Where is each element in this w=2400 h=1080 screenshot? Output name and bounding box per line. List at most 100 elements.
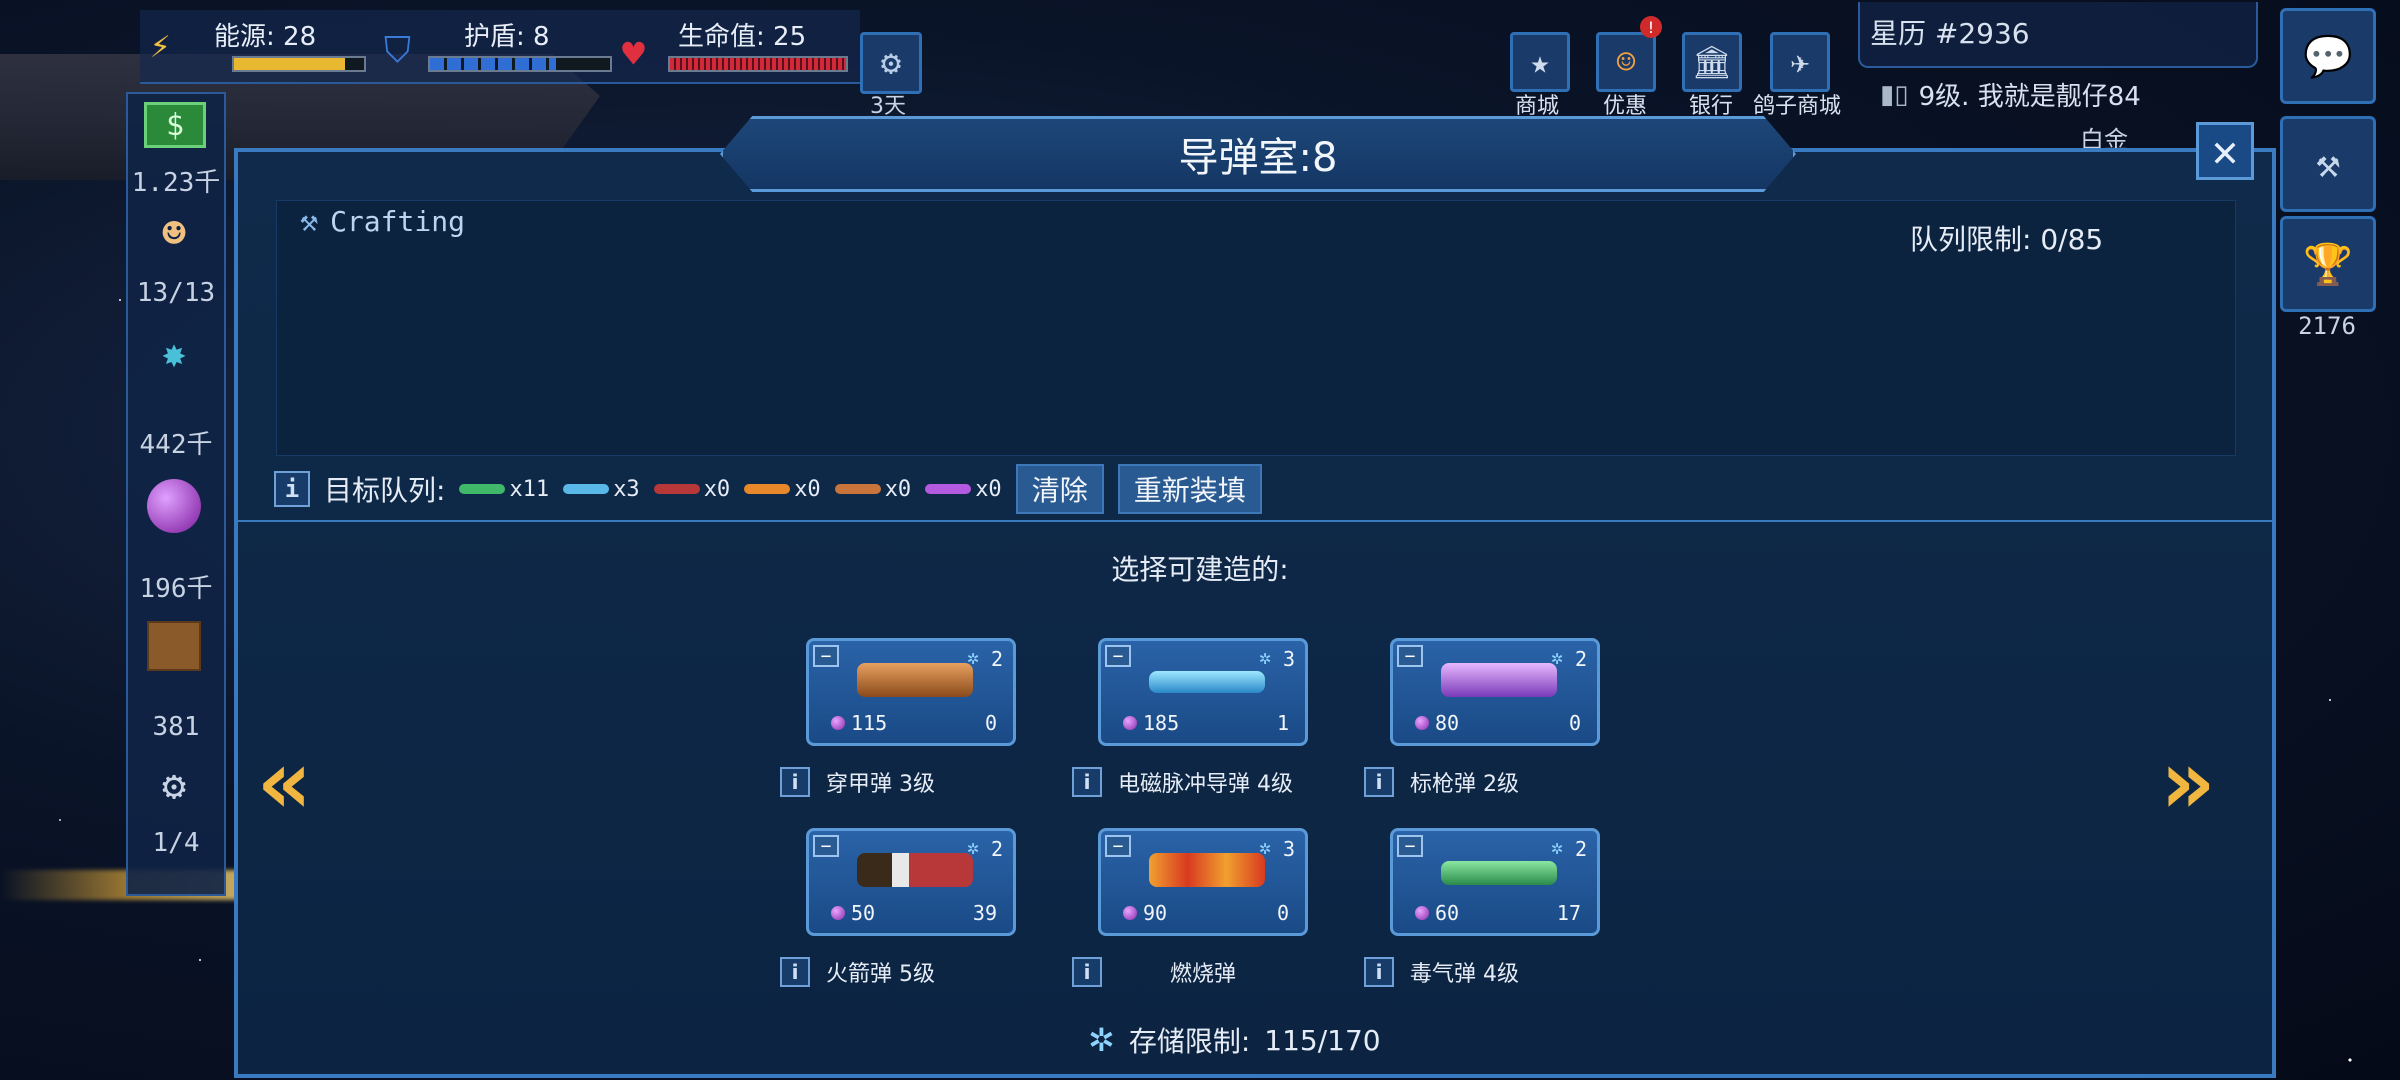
bank-icon: 🏛	[1691, 43, 1733, 81]
info-icon[interactable]: i	[1364, 957, 1394, 987]
clear-button[interactable]: 清除	[1015, 464, 1104, 514]
star-icon: ★	[1530, 43, 1550, 81]
hammer-icon: ⚒	[300, 204, 319, 239]
armor-piercing-icon	[857, 663, 973, 697]
armor-piercing-icon	[834, 484, 881, 494]
health-fill	[670, 58, 846, 70]
item-card[interactable]: − ✲ 2 60 17	[1390, 828, 1600, 936]
remove-button[interactable]: −	[1397, 645, 1423, 667]
item-count: 39	[972, 901, 997, 925]
javelin-icon	[1441, 663, 1557, 697]
shield-bar	[428, 56, 612, 72]
health-bar	[668, 56, 848, 72]
shop-label: 商城	[1514, 94, 1559, 119]
smiley-icon: ☺	[1616, 43, 1636, 81]
trophy-icon: 🏆	[2303, 241, 2353, 288]
crate-icon[interactable]	[138, 614, 210, 678]
item-card[interactable]: − ✲ 2 80 0	[1390, 638, 1600, 746]
bank-label: 银行	[1688, 94, 1733, 119]
remove-button[interactable]: −	[813, 645, 839, 667]
player-rank: ▮▯ 9级. 我就是靓仔84	[1880, 76, 2141, 113]
cost-value: 90	[1143, 901, 1168, 925]
orb-icon	[1123, 906, 1137, 920]
item-level: 2	[990, 647, 1003, 671]
deals-label: 优惠	[1602, 94, 1647, 119]
cost-value: 50	[851, 901, 876, 925]
item-level: 2	[990, 837, 1003, 861]
incendiary-icon	[1149, 853, 1265, 887]
info-icon[interactable]: i	[780, 957, 810, 987]
crate-value: 381	[152, 712, 200, 742]
section-divider	[234, 520, 2276, 522]
info-icon[interactable]: i	[780, 767, 810, 797]
orb-icon	[1415, 716, 1429, 730]
lightning-icon: ⚡	[150, 26, 171, 66]
queue-count: x11	[509, 476, 550, 502]
purple-orb-icon[interactable]	[138, 474, 210, 538]
crafting-tab-label: Crafting	[330, 205, 465, 238]
item-name-row: i 标枪弹 2级	[1364, 766, 1604, 798]
close-button[interactable]: ✕	[2196, 122, 2254, 180]
item-level: 3	[1282, 647, 1295, 671]
chat-button[interactable]: 💬	[2280, 8, 2376, 104]
info-icon[interactable]: i	[1364, 767, 1394, 797]
cost-value: 185	[1143, 711, 1180, 735]
item-count: 0	[1276, 901, 1289, 925]
item-card[interactable]: − ✲ 3 90 0	[1098, 828, 1308, 936]
prev-page-arrow[interactable]: «	[258, 730, 312, 835]
info-icon[interactable]: i	[1072, 767, 1102, 797]
trophy-button[interactable]: 🏆	[2280, 216, 2376, 312]
item-level: 2	[1574, 837, 1587, 861]
remove-button[interactable]: −	[1397, 835, 1423, 857]
javelin-icon	[925, 484, 972, 494]
reload-button[interactable]: 重新装填	[1117, 464, 1262, 514]
crystal-icon[interactable]: ✸	[138, 322, 210, 386]
emp-missile-icon	[1149, 671, 1265, 693]
item-card[interactable]: − ✲ 2 50 39	[806, 828, 1016, 936]
emp-missile-icon	[563, 484, 610, 494]
queue-count: x0	[703, 476, 731, 502]
item-level: 2	[1574, 647, 1587, 671]
crew-portrait-icon[interactable]: ☻	[138, 202, 210, 266]
storage-label: 存储限制:	[1128, 1025, 1251, 1058]
gear-building-icon[interactable]: ⚙	[138, 754, 210, 818]
rank-text: 9级. 我就是靓仔84	[1918, 82, 2141, 112]
item-name: 穿甲弹 3级	[826, 772, 935, 797]
bank-button[interactable]: 🏛	[1682, 32, 1742, 92]
energy-fill	[234, 58, 345, 70]
trophy-count: 2176	[2298, 312, 2356, 340]
deals-button[interactable]: ☺	[1596, 32, 1656, 92]
item-card[interactable]: − ✲ 2 115 0	[806, 638, 1016, 746]
next-page-arrow[interactable]: »	[2160, 730, 2214, 835]
info-icon[interactable]: i	[274, 471, 310, 507]
queue-item: x0	[834, 477, 911, 502]
item-count: 17	[1556, 901, 1581, 925]
queue-item: x3	[563, 477, 640, 502]
item-card[interactable]: − ✲ 3 185 1	[1098, 638, 1308, 746]
days-button[interactable]: ⚙	[860, 32, 922, 94]
crafting-tab[interactable]: ⚒ Crafting	[300, 204, 465, 239]
item-name: 电磁脉冲导弹 4级	[1118, 772, 1293, 797]
remove-button[interactable]: −	[1105, 835, 1131, 857]
alert-badge: !	[1640, 16, 1662, 38]
queue-count: x0	[975, 476, 1002, 502]
queue-item: x11	[459, 477, 549, 502]
remove-button[interactable]: −	[813, 835, 839, 857]
money-icon[interactable]: $	[144, 102, 206, 148]
pigeon-shop-label: 鸽子商城	[1752, 94, 1841, 119]
crystal-value: 442千	[139, 430, 213, 460]
resource-sidebar: $ 1.23千 ☻ 13/13 ✸ 442千 196千 381 ⚙ 1/4	[126, 92, 226, 896]
queue-count: x3	[613, 476, 640, 502]
build-gear-icon: ✲	[1258, 645, 1271, 669]
orb-icon	[831, 906, 845, 920]
info-icon[interactable]: i	[1072, 957, 1102, 987]
remove-button[interactable]: −	[1105, 645, 1131, 667]
pigeon-shop-button[interactable]: ✈	[1770, 32, 1830, 92]
orb-icon	[1123, 716, 1137, 730]
item-cost: 60	[1415, 901, 1459, 925]
shop-button[interactable]: ★	[1510, 32, 1570, 92]
crafting-button[interactable]: ⚒	[2280, 116, 2376, 212]
item-name: 标枪弹 2级	[1410, 772, 1519, 797]
money-value: 1.23千	[131, 168, 221, 198]
queue-item: x0	[653, 476, 731, 502]
